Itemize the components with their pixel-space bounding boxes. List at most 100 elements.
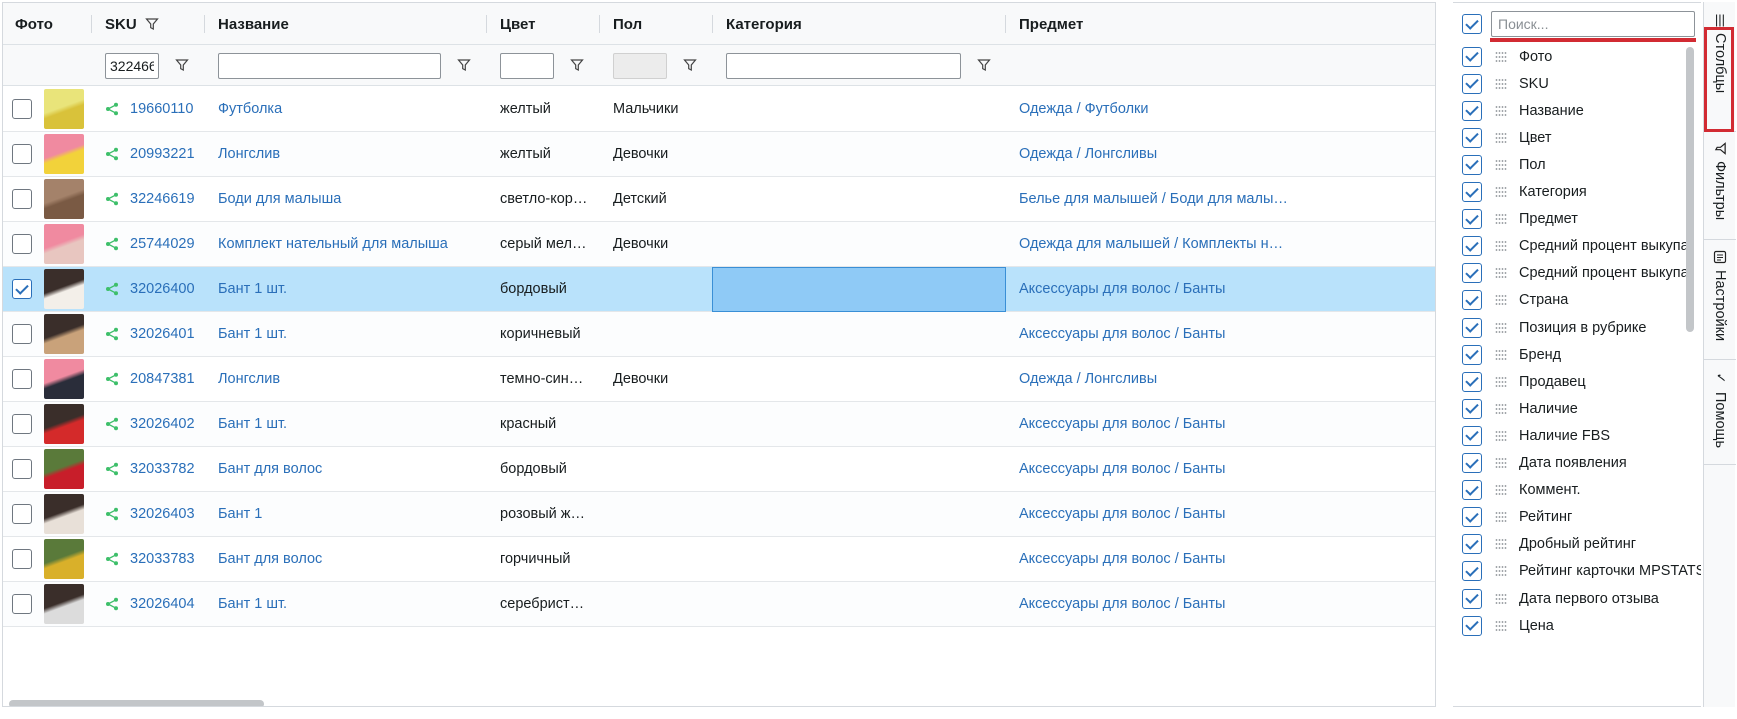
column-toggle-item[interactable]: Коммент. [1453,477,1701,504]
row-checkbox[interactable] [12,189,32,209]
column-visible-checkbox[interactable] [1462,588,1482,609]
row-checkbox[interactable] [12,144,32,164]
subject-link[interactable]: Аксессуары для волос / Банты [1019,506,1225,522]
select-all-columns-checkbox[interactable] [1462,14,1482,34]
drag-handle-icon[interactable] [1495,565,1507,577]
subject-link[interactable]: Аксессуары для волос / Банты [1019,326,1225,342]
table-row[interactable]: 32246619 Боди для малыша светло-кор… Детски… [3,177,1435,222]
row-checkbox[interactable] [12,414,32,434]
table-row[interactable]: 32026402 Бант 1 шт. красный Аксессуары для … [3,402,1435,447]
drag-handle-icon[interactable] [1495,403,1507,415]
column-visible-checkbox[interactable] [1462,182,1482,202]
subject-link[interactable]: Аксессуары для волос / Банты [1019,416,1225,432]
row-checkbox[interactable] [12,279,32,299]
share-icon[interactable] [105,417,119,431]
sku-link[interactable]: 32026404 [130,596,195,612]
column-visible-checkbox[interactable] [1462,236,1482,257]
table-row[interactable]: 32026404 Бант 1 шт. серебрист… Аксессуары д… [3,582,1435,627]
row-checkbox[interactable] [12,504,32,524]
drag-handle-icon[interactable] [1495,186,1507,198]
color-filter-input[interactable] [500,53,554,79]
column-toggle-item[interactable]: Бренд [1453,341,1701,368]
column-visible-checkbox[interactable] [1462,561,1482,582]
product-photo[interactable] [44,359,84,399]
product-photo[interactable] [44,494,84,534]
tab-settings[interactable]: Настройки [1704,240,1736,360]
share-icon[interactable] [105,507,119,521]
column-toggle-item[interactable]: Цвет [1453,124,1701,151]
column-visible-checkbox[interactable] [1462,425,1482,446]
share-icon[interactable] [105,147,119,161]
drag-handle-icon[interactable] [1495,132,1507,144]
table-row[interactable]: 32026403 Бант 1 розовый ж… Аксессуары для в… [3,492,1435,537]
sku-link[interactable]: 25744029 [130,236,195,252]
product-name-link[interactable]: Бант 1 шт. [218,281,287,297]
header-sku[interactable]: SKU [105,3,159,45]
drag-handle-icon[interactable] [1495,294,1507,306]
row-checkbox[interactable] [12,324,32,344]
filter-icon[interactable] [457,58,471,72]
product-name-link[interactable]: Боди для малыша [218,191,341,207]
row-checkbox[interactable] [12,459,32,479]
subject-link[interactable]: Одежда / Лонгсливы [1019,371,1157,387]
column-visible-checkbox[interactable] [1462,263,1482,284]
row-checkbox[interactable] [12,369,32,389]
column-visible-checkbox[interactable] [1462,290,1482,311]
column-visible-checkbox[interactable] [1462,209,1482,230]
column-toggle-item[interactable]: Цена [1453,612,1701,639]
column-visible-checkbox[interactable] [1462,480,1482,501]
column-visible-checkbox[interactable] [1462,534,1482,555]
share-icon[interactable] [105,282,119,296]
sku-filter-input[interactable] [105,53,159,79]
product-name-link[interactable]: Бант для волос [218,551,322,567]
share-icon[interactable] [105,372,119,386]
product-photo[interactable] [44,404,84,444]
table-row[interactable]: 20993221 Лонгслив желтый Девочки Одежда / Ло… [3,132,1435,177]
drag-handle-icon[interactable] [1495,457,1507,469]
sku-link[interactable]: 20847381 [130,371,195,387]
header-photo[interactable]: Фото [15,3,53,45]
column-visible-checkbox[interactable] [1462,453,1482,473]
column-toggle-item[interactable]: Наличие [1453,395,1701,422]
product-name-link[interactable]: Бант для волос [218,461,322,477]
column-visible-checkbox[interactable] [1462,73,1482,94]
drag-handle-icon[interactable] [1495,213,1507,225]
drag-handle-icon[interactable] [1495,78,1507,90]
column-visible-checkbox[interactable] [1462,371,1482,392]
product-photo[interactable] [44,314,84,354]
sku-link[interactable]: 32026400 [130,281,195,297]
product-name-link[interactable]: Лонгслив [218,371,280,387]
product-name-link[interactable]: Лонгслив [218,146,280,162]
drag-handle-icon[interactable] [1495,240,1507,252]
filter-icon[interactable] [175,58,189,72]
drag-handle-icon[interactable] [1495,105,1507,117]
table-row[interactable]: 25744029 Комплект нательный для малыша сер… [3,222,1435,267]
column-toggle-item[interactable]: Рейтинг карточки MPSTATS [1453,558,1701,585]
share-icon[interactable] [105,102,119,116]
drag-handle-icon[interactable] [1495,376,1507,388]
product-name-link[interactable]: Бант 1 шт. [218,326,287,342]
sku-link[interactable]: 32026402 [130,416,195,432]
row-checkbox[interactable] [12,594,32,614]
table-row[interactable]: 32033783 Бант для волос горчичный Аксессуар… [3,537,1435,582]
column-toggle-item[interactable]: Категория [1453,179,1701,206]
header-subject[interactable]: Предмет [1019,3,1083,45]
column-visible-checkbox[interactable] [1462,154,1482,175]
drag-handle-icon[interactable] [1495,51,1507,63]
column-visible-checkbox[interactable] [1462,398,1482,419]
column-visible-checkbox[interactable] [1462,100,1482,121]
tab-filters[interactable]: Фильтры [1704,132,1736,240]
column-toggle-item[interactable]: Дата появления [1453,450,1701,477]
share-icon[interactable] [105,597,119,611]
subject-link[interactable]: Одежда / Лонгсливы [1019,146,1157,162]
share-icon[interactable] [105,552,119,566]
product-name-link[interactable]: Бант 1 шт. [218,416,287,432]
product-photo[interactable] [44,539,84,579]
drag-handle-icon[interactable] [1495,430,1507,442]
sku-link[interactable]: 32026403 [130,506,195,522]
subject-link[interactable]: Аксессуары для волос / Банты [1019,551,1225,567]
column-visible-checkbox[interactable] [1462,344,1482,365]
drag-handle-icon[interactable] [1495,511,1507,523]
product-name-link[interactable]: Бант 1 [218,506,262,522]
column-toggle-item[interactable]: Название [1453,97,1701,124]
